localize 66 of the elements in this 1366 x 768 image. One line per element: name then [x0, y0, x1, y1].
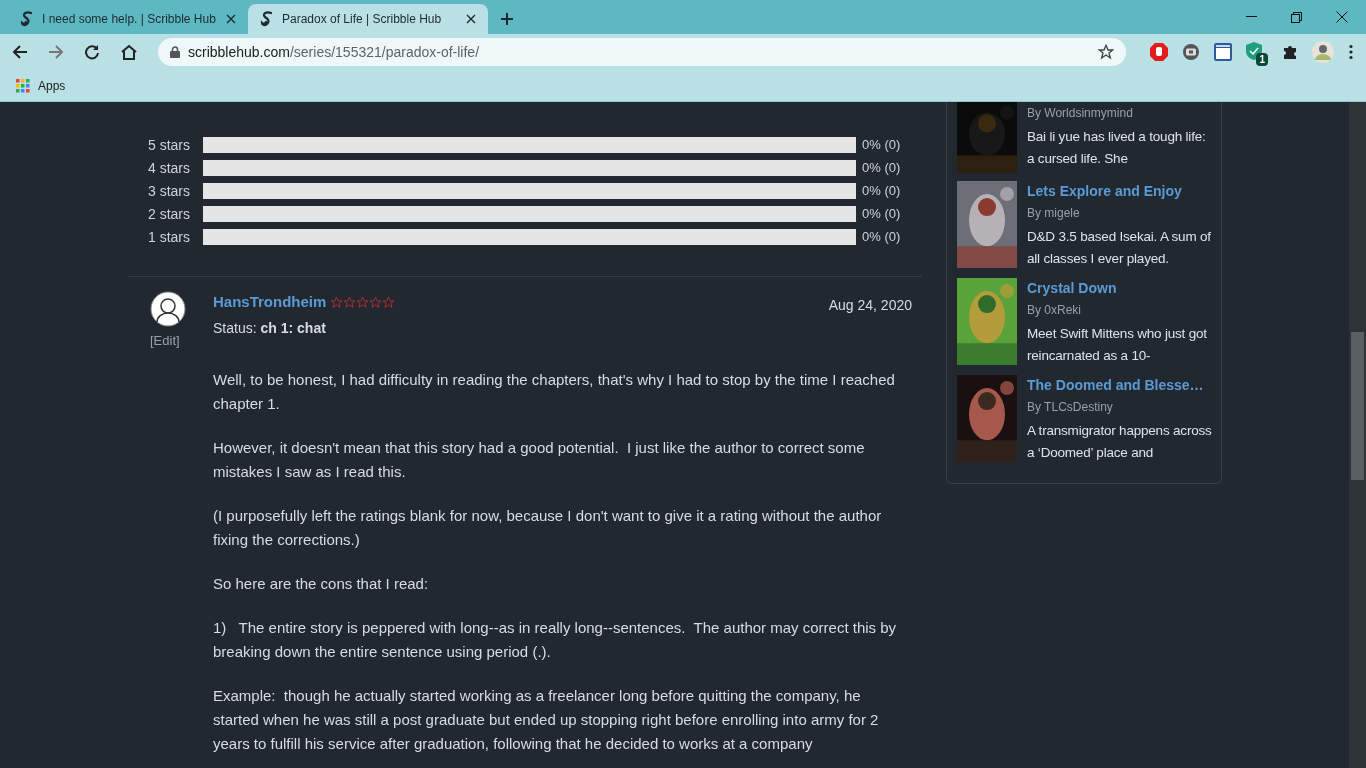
extension-icon[interactable]	[1182, 43, 1200, 61]
close-icon[interactable]	[226, 14, 236, 24]
review-date: Aug 24, 2020	[828, 296, 912, 315]
username-link[interactable]: HansTrondheim	[213, 291, 327, 314]
close-icon[interactable]	[466, 14, 476, 24]
rating-label: 2 stars	[148, 204, 191, 224]
novel-title-link[interactable]: The Doomed and Blesse…	[1027, 375, 1215, 396]
novel-author: By Worldsinmymind	[1027, 105, 1134, 122]
minimize-icon[interactable]	[1246, 16, 1257, 18]
star-icon	[369, 295, 383, 309]
rating-count: 0% (0)	[862, 205, 901, 224]
novel-description: D&D 3.5 based Isekai. A sum of all classes I ever played.	[1027, 228, 1212, 268]
novel-title-link[interactable]: Crystal Down	[1027, 278, 1215, 299]
rating-label: 3 stars	[148, 181, 191, 201]
novel-description: Bai li yue has lived a tough life: a cursed life. She	[1027, 128, 1207, 168]
extension-badge: 1	[1256, 53, 1268, 66]
user-avatar	[150, 291, 186, 327]
apps-grid-icon	[16, 78, 30, 93]
novel-author: By migele	[1027, 205, 1081, 222]
rating-count: 0% (0)	[862, 228, 901, 247]
browser-tab[interactable]: I need some help. | Scribble Hub	[8, 4, 248, 34]
reload-icon[interactable]	[84, 44, 100, 60]
rating-count: 0% (0)	[862, 182, 901, 201]
rating-label: 5 stars	[148, 135, 191, 155]
url-text: scribblehub.com/series/155321/paradox-of-life/	[188, 42, 481, 62]
novel-author: By 0xReki	[1027, 302, 1083, 319]
home-icon[interactable]	[120, 44, 138, 60]
star-icon	[382, 295, 396, 309]
review-paragraph: Example: though he actually started working as a freelancer long before quitting the company, he started when he was still a post graduate but ended up stopping right before enrolling into army for 2 years to fulfill his service after graduation, following that he decided to works at a company	[213, 685, 880, 754]
review-paragraph: (I purposefully left the ratings blank for now, because I don't want to give it a rating without the author fixing the corrections.)	[213, 505, 883, 550]
address-bar[interactable]: scribblehub.com/series/155321/paradox-of-life/	[158, 38, 1126, 66]
scrollbar-thumb[interactable]	[1351, 332, 1364, 480]
novel-title-link[interactable]: Lets Explore and Enjoy	[1027, 181, 1215, 202]
tab-title: Paradox of Life | Scribble Hub	[282, 11, 443, 28]
rating-label: 1 stars	[148, 227, 191, 247]
review-paragraph: However, it doesn't mean that this story had a good potential. I just like the author to correct some mistakes I saw as I read this.	[213, 437, 866, 482]
close-icon[interactable]	[1336, 11, 1348, 23]
star-icon	[330, 295, 344, 309]
site-logo-icon	[20, 11, 34, 27]
reading-status: Status: ch 1: chat	[213, 318, 327, 338]
star-icon	[356, 295, 370, 309]
star-icon	[343, 295, 357, 309]
profile-avatar[interactable]	[1312, 41, 1334, 63]
site-logo-icon	[260, 11, 274, 27]
tab-title: I need some help. | Scribble Hub	[42, 11, 217, 28]
forward-icon[interactable]	[48, 44, 64, 60]
novel-author: By TLCsDestiny	[1027, 399, 1114, 416]
back-icon[interactable]	[12, 44, 28, 60]
rating-count: 0% (0)	[862, 136, 901, 155]
puzzle-icon[interactable]	[1282, 44, 1298, 60]
scrollbar[interactable]	[1349, 102, 1366, 768]
new-tab-icon[interactable]	[500, 12, 514, 26]
rating-label: 4 stars	[148, 158, 191, 178]
browser-tab[interactable]: Paradox of Life | Scribble Hub	[248, 4, 488, 34]
lock-icon	[170, 46, 180, 58]
edit-link[interactable]: [Edit]	[150, 331, 180, 351]
star-icon[interactable]	[1098, 44, 1114, 60]
review-paragraph: So here are the cons that I read:	[213, 573, 430, 594]
novel-description: Meet Swift Mittens who just got reincarnated as a 10-	[1027, 325, 1208, 365]
apps-bookmark[interactable]: Apps	[16, 76, 66, 95]
review-paragraph: Well, to be honest, I had difficulty in reading the chapters, that's why I had to stop by the time I reached chapter 1.	[213, 369, 896, 414]
review-paragraph: 1) The entire story is peppered with long--as in really long--sentences. The author may correct this by breaking down the entire sentence using period (.).	[213, 617, 898, 662]
restore-icon[interactable]	[1291, 11, 1302, 23]
novel-description: A transmigrator happens across a ‘Doomed’ place and	[1027, 422, 1213, 462]
rating-count: 0% (0)	[862, 159, 901, 178]
menu-icon[interactable]	[1348, 44, 1354, 60]
